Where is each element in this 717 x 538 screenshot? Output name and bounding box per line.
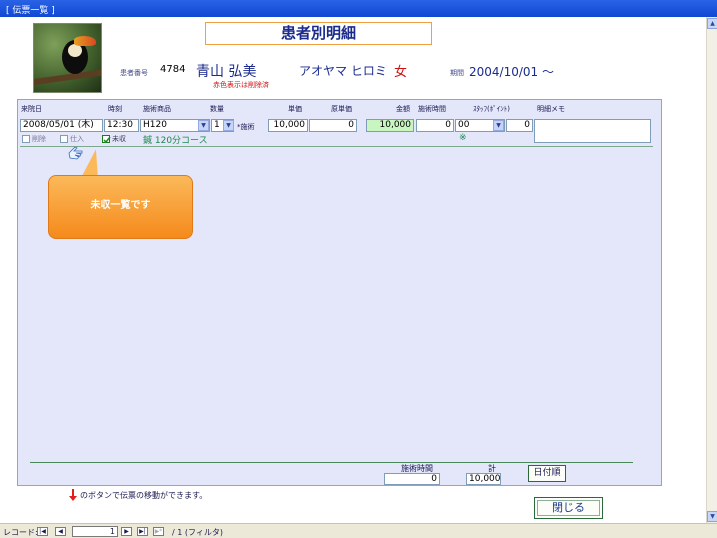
- toucan-photo: [33, 23, 102, 93]
- deleted-note: 赤色表示は削除済: [213, 81, 269, 89]
- col-qty: 数量: [210, 105, 224, 113]
- navigation-hint: のボタンで伝票の移動ができます。: [80, 491, 208, 500]
- first-record-icon[interactable]: |◀: [37, 527, 48, 536]
- checkbox-checked-icon[interactable]: [102, 135, 111, 144]
- date-order-button[interactable]: 日付順: [528, 465, 566, 482]
- memo-field[interactable]: [534, 119, 651, 143]
- col-cost: 原単価: [331, 105, 352, 113]
- col-staff: ｽﾀｯﾌ(ﾎﾟｲﾝﾄ): [473, 105, 510, 113]
- col-date: 来院日: [21, 105, 42, 113]
- patient-sex: 女: [394, 65, 408, 80]
- window-title: [ 伝票一覧 ]: [6, 6, 55, 16]
- product-dropdown-arrow-icon[interactable]: ▼: [198, 120, 209, 131]
- page-title: 患者別明細: [205, 22, 432, 45]
- window-titlebar: [ 伝票一覧 ]: [0, 0, 717, 17]
- record-navigator: レコード: |◀ ◀ 1 ▶ ▶| ▶* / 1 (フィルタ): [0, 523, 717, 538]
- unpaid-checkbox-label: 未収: [112, 135, 126, 143]
- total-duration-field: 0: [384, 473, 440, 485]
- current-record-field[interactable]: 1: [72, 526, 118, 537]
- new-record-icon[interactable]: ▶*: [153, 527, 164, 536]
- product-description: 鍼 120分コース: [143, 136, 208, 146]
- unit-price-field[interactable]: 10,000: [268, 119, 308, 132]
- patient-no-value: 4784: [160, 64, 186, 75]
- unpaid-checkbox[interactable]: 未収: [102, 134, 126, 144]
- red-arrow-icon: [69, 489, 77, 501]
- col-product: 施術商品: [143, 105, 171, 113]
- last-record-icon[interactable]: ▶|: [137, 527, 148, 536]
- next-record-icon[interactable]: ▶: [121, 527, 132, 536]
- visit-date-field[interactable]: 2008/05/01 (木): [20, 119, 103, 132]
- patient-kana: アオヤマ ヒロミ: [299, 64, 387, 78]
- patient-no-label: 患者番号: [120, 69, 148, 77]
- vertical-scrollbar[interactable]: ▲ ▼: [706, 17, 717, 523]
- point-field[interactable]: 0: [506, 119, 533, 132]
- staff-dropdown-arrow-icon[interactable]: ▼: [493, 120, 504, 131]
- cost-field[interactable]: 0: [309, 119, 357, 132]
- prev-record-icon[interactable]: ◀: [55, 527, 66, 536]
- record-total: / 1 (フィルタ): [172, 528, 223, 537]
- duration-field[interactable]: 0: [416, 119, 454, 132]
- staff-mark: ※: [459, 133, 467, 143]
- patient-name: 青山 弘美: [196, 64, 257, 80]
- unpaid-callout: 未収一覧です: [48, 175, 193, 239]
- delete-checkbox[interactable]: 削除: [22, 134, 46, 144]
- amount-field: 10,000: [366, 119, 414, 132]
- delete-checkbox-label: 削除: [32, 135, 46, 143]
- period-label: 期間: [450, 69, 464, 77]
- close-button-label: 閉じる: [552, 501, 585, 514]
- col-memo: 明細メモ: [537, 105, 565, 113]
- purchase-checkbox-label: 仕入: [70, 135, 84, 143]
- checkbox-icon[interactable]: [60, 135, 68, 143]
- time-field[interactable]: 12:30: [104, 119, 139, 132]
- pointing-hand-icon: [68, 146, 83, 160]
- totals-divider: [30, 462, 633, 463]
- record-label: レコード:: [3, 528, 38, 537]
- scroll-down-icon[interactable]: ▼: [707, 511, 717, 522]
- col-duration: 施術時間: [418, 105, 446, 113]
- total-amount-field: 10,000: [466, 473, 501, 485]
- checkbox-icon[interactable]: [22, 135, 30, 143]
- purchase-checkbox[interactable]: 仕入: [60, 134, 84, 144]
- col-amount: 金額: [396, 105, 410, 113]
- callout-text: 未収一覧です: [90, 200, 151, 211]
- scroll-up-icon[interactable]: ▲: [707, 18, 717, 29]
- detail-panel: [17, 99, 662, 486]
- period-value: 2004/10/01 ～: [469, 65, 554, 79]
- kind-label: *施術: [237, 123, 255, 131]
- col-unit-price: 単価: [288, 105, 302, 113]
- row-divider: [20, 146, 653, 147]
- qty-dropdown-arrow-icon[interactable]: ▼: [223, 120, 234, 131]
- col-time: 時刻: [108, 105, 122, 113]
- close-button[interactable]: 閉じる: [534, 497, 603, 519]
